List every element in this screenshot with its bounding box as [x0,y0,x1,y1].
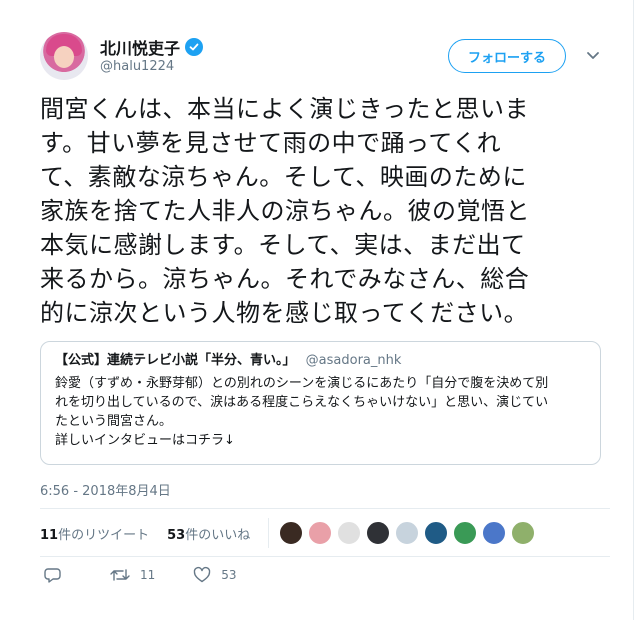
tweet-text-line: 間宮くんは、本当によく演じきったと思いま [40,95,530,123]
tweet-text-line: 来るから。涼ちゃん。それでみなさん、総合 [40,265,530,293]
liker-avatar[interactable] [511,521,536,545]
tweet-actions: 11 53 [44,566,275,584]
liker-avatar[interactable] [424,521,449,545]
liker-avatar[interactable] [482,521,507,545]
tweet-text-line: 家族を捨てた人非人の涼ちゃん。彼の覚悟と [40,197,530,225]
chevron-down-icon[interactable] [586,47,600,61]
tweet-timestamp[interactable]: 6:56 - 2018年8月4日 [40,480,171,499]
quoted-tweet[interactable]: 【公式】連続テレビ小説「半分、青い。」 @asadora_nhk 鈴愛（すずめ・… [40,341,601,465]
quoted-tweet-header: 【公式】連続テレビ小説「半分、青い。」 @asadora_nhk [55,352,586,370]
verified-badge-icon [185,38,204,56]
quoted-tweet-handle: @asadora_nhk [305,353,402,368]
avatar[interactable] [40,32,88,80]
like-stat-label: 件のいいね [185,527,251,543]
tweet-stats: 11件のリツイート 53件のいいね [40,516,610,550]
name-row: 北川悦吏子 [100,35,204,59]
quoted-tweet-line: れを切り出しているので、涙はある程度こらえなくちゃいけない」と思い、演じてい [55,395,549,410]
avatar-face [54,46,74,68]
quoted-tweet-line: たという間宮さん。 [55,414,173,429]
liker-avatar[interactable] [279,521,304,545]
divider [40,556,610,557]
retweet-count: 11 [140,568,156,582]
retweet-stat-label: 件のリツイート [58,527,150,543]
like-icon [194,566,211,583]
tweet-text-line: 的に涼次という人物を感じ取ってください。 [40,299,529,327]
liker-avatar[interactable] [366,521,391,545]
retweet-stat-count: 11 [40,527,59,543]
quoted-tweet-body: 鈴愛（すずめ・永野芽郁）との別れのシーンを演じるにあたり「自分で腹を決めて別 れ… [55,374,586,450]
like-stat-count: 53 [167,527,186,543]
retweet-stat[interactable]: 11件のリツイート [40,524,149,543]
quoted-tweet-line: 鈴愛（すずめ・永野芽郁）との別れのシーンを演じるにあたり「自分で腹を決めて別 [55,376,549,391]
stats-separator [268,518,270,548]
likers-avatars [279,521,540,545]
tweet-card: 北川悦吏子 @halu1224 フォローする 間宮くんは、本当によく演じきったと… [0,0,634,620]
divider [40,508,610,509]
user-handle[interactable]: @halu1224 [100,59,174,74]
liker-avatar[interactable] [308,521,333,545]
tweet-text-line: 本気に感謝します。そして、実は、まだ出て [40,231,526,259]
liker-avatar[interactable] [395,521,420,545]
quoted-tweet-line: 詳しいインタビューはコチラ↓ [55,433,235,448]
reply-button[interactable] [44,566,72,584]
tweet-text: 間宮くんは、本当によく演じきったと思いま す。甘い夢を見させて雨の中で踊ってくれ… [40,92,600,330]
like-button[interactable]: 53 [193,566,237,584]
like-count: 53 [221,568,237,582]
retweet-icon [110,569,130,581]
tweet-text-line: て、素敵な涼ちゃん。そして、映画のために [40,163,527,191]
reply-icon [44,568,61,583]
tweet-text-line: す。甘い夢を見させて雨の中で踊ってくれ [40,129,502,157]
like-stat[interactable]: 53件のいいね [167,524,250,543]
follow-button[interactable]: フォローする [448,39,566,73]
quoted-tweet-name: 【公式】連続テレビ小説「半分、青い。」 [55,353,296,368]
tweet-header: 北川悦吏子 @halu1224 フォローする [40,32,610,84]
display-name[interactable]: 北川悦吏子 [100,35,180,59]
retweet-button[interactable]: 11 [110,566,155,584]
liker-avatar[interactable] [337,521,362,545]
liker-avatar[interactable] [453,521,478,545]
